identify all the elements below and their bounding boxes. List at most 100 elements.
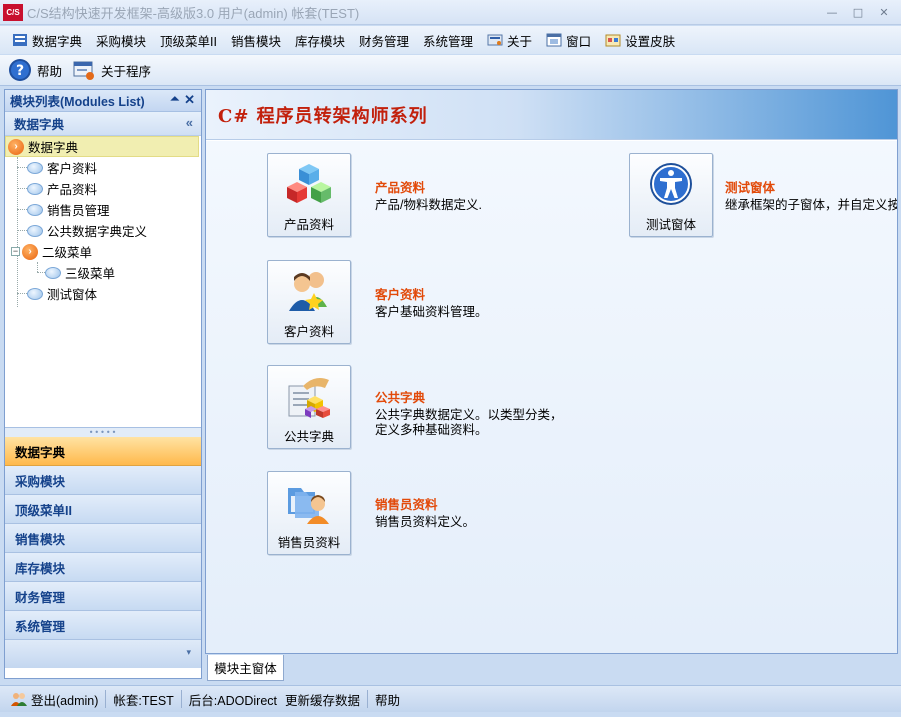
module-title[interactable]: 公共字典 (375, 387, 425, 406)
module-title[interactable]: 测试窗体 (725, 177, 775, 196)
title-bar: C/S C/S结构快速开发框架-高级版3.0 用户(admin) 帐套(TEST… (0, 0, 901, 25)
salesman-module-button[interactable]: 销售员资料 (267, 471, 351, 555)
pin-icon[interactable]: ⏶ (170, 93, 179, 106)
tree-item-product[interactable]: 产品资料 (27, 178, 97, 199)
minimize-button[interactable]: — (821, 3, 843, 21)
node-blue-icon (27, 161, 43, 174)
nav-finance[interactable]: 财务管理 (5, 582, 201, 611)
logout-label: 登出(admin) (31, 693, 99, 708)
menu-top-menu-ii[interactable]: 顶级菜单II (154, 29, 223, 51)
tree-item-label: 客户资料 (47, 162, 98, 176)
product-cubes-icon (287, 164, 331, 203)
test-form-module-button[interactable]: 测试窗体 (629, 153, 713, 237)
module-button-label: 测试窗体 (645, 218, 696, 232)
accessibility-icon (650, 163, 692, 205)
help-button[interactable]: ? 帮助 (8, 58, 62, 82)
module-title[interactable]: 产品资料 (375, 177, 425, 196)
menu-purchase[interactable]: 采购模块 (90, 29, 152, 51)
node-orange-icon: › (22, 243, 38, 260)
module-button-label: 公共字典 (283, 430, 334, 444)
tab-main-form[interactable]: 模块主窗体 (207, 655, 284, 681)
menu-window[interactable]: 窗口 (540, 29, 597, 51)
toolbar: ? 帮助 关于程序 (0, 55, 901, 86)
menu-skin[interactable]: 设置皮肤 (599, 29, 681, 51)
group-title: 数据字典 (14, 118, 65, 132)
public-dict-module-button[interactable]: 公共字典 (267, 365, 351, 449)
product-module-button[interactable]: 产品资料 (267, 153, 351, 237)
module-tree: › 数据字典 客户资料 产品资料 销售员管理 公共数据字典定义 − › 二级菜单… (5, 136, 201, 428)
tree-item-label: 数据字典 (28, 141, 79, 155)
app-logo: C/S (3, 3, 23, 21)
window-title: C/S结构快速开发框架-高级版3.0 用户(admin) 帐套(TEST) (27, 5, 360, 21)
tree-item-label: 公共数据字典定义 (47, 225, 148, 239)
close-panel-icon[interactable]: ✕ (184, 92, 195, 108)
menu-system[interactable]: 系统管理 (417, 29, 479, 51)
tree-item-third-menu[interactable]: 三级菜单 (45, 262, 115, 283)
tree-item-test-form[interactable]: 测试窗体 (27, 283, 97, 304)
chevron-down-icon[interactable]: ▾ (186, 648, 191, 658)
menu-label: 销售模块 (230, 34, 281, 49)
about-program-icon (73, 61, 95, 80)
account-status: 帐套:TEST (113, 693, 174, 708)
tree-item-customer[interactable]: 客户资料 (27, 157, 97, 178)
menu-label: 窗口 (566, 34, 592, 49)
maximize-button[interactable]: □ (847, 3, 869, 21)
collapse-icon[interactable]: « (186, 115, 193, 130)
doc-tab-strip: 模块主窗体 (205, 655, 898, 681)
about-program-button[interactable]: 关于程序 (72, 58, 151, 82)
main-form: C# 程序员转架构师系列 产品资料 产品资料 产品/物料数据定义. 客户资料 客… (205, 89, 898, 654)
menu-label: 关于 (507, 34, 533, 49)
status-separator (367, 690, 369, 708)
tree-item-salesman[interactable]: 销售员管理 (27, 199, 110, 220)
menu-sales[interactable]: 销售模块 (225, 29, 287, 51)
module-button-label: 产品资料 (283, 218, 334, 232)
module-title[interactable]: 销售员资料 (375, 494, 438, 513)
menu-about[interactable]: 关于 (481, 29, 538, 51)
node-blue-icon (27, 224, 43, 237)
logout-button[interactable]: 登出(admin) (6, 690, 102, 709)
module-desc: 定义多种基础资料。 (375, 423, 488, 437)
nav-purchase[interactable]: 采购模块 (5, 466, 201, 495)
module-title[interactable]: 客户资料 (375, 284, 425, 303)
node-orange-icon: › (8, 138, 24, 155)
customers-icon (289, 272, 327, 311)
about-icon (487, 32, 503, 48)
menu-label: 财务管理 (359, 34, 410, 49)
tree-item-data-dict[interactable]: › 数据字典 (5, 136, 199, 157)
banner-title: C# 程序员转架构师系列 (218, 105, 428, 127)
customer-module-button[interactable]: 客户资料 (267, 260, 351, 344)
tree-item-label: 产品资料 (47, 183, 98, 197)
panel-splitter[interactable]: ••••• (5, 428, 201, 437)
salesman-icon (288, 488, 329, 524)
node-blue-icon (27, 287, 43, 300)
nav-data-dict[interactable]: 数据字典 (5, 437, 201, 466)
tree-item-public-dict[interactable]: 公共数据字典定义 (27, 220, 147, 241)
menu-label: 顶级菜单II (160, 34, 217, 49)
menu-label: 系统管理 (423, 34, 474, 49)
menu-label: 设置皮肤 (625, 34, 676, 49)
status-help-button[interactable]: 帮助 (371, 690, 404, 709)
module-desc: 公共字典数据定义。以类型分类， (375, 408, 563, 422)
menu-inventory[interactable]: 库存模块 (289, 29, 351, 51)
data-dict-icon (12, 32, 28, 48)
collapse-toggle-icon[interactable]: − (11, 247, 20, 256)
tree-item-label: 三级菜单 (65, 267, 116, 281)
nav-inventory[interactable]: 库存模块 (5, 553, 201, 582)
tree-item-second-menu[interactable]: − › 二级菜单 (11, 241, 92, 262)
refresh-cache-button[interactable]: 更新缓存数据 (281, 690, 364, 709)
nav-top-menu-ii[interactable]: 顶级菜单II (5, 495, 201, 524)
module-desc: 客户基础资料管理。 (375, 305, 488, 319)
module-button-label: 销售员资料 (277, 536, 341, 550)
module-list-panel: 模块列表(Modules List) ⏶ ✕ 数据字典 « › 数据字典 客户资… (4, 89, 202, 679)
status-separator (180, 690, 182, 708)
module-button-label: 客户资料 (283, 325, 334, 339)
module-desc: 产品/物料数据定义. (375, 198, 482, 212)
close-button[interactable]: ✕ (873, 3, 895, 21)
window-icon (546, 32, 562, 48)
nav-system[interactable]: 系统管理 (5, 611, 201, 640)
tree-item-label: 销售员管理 (47, 204, 110, 218)
menu-finance[interactable]: 财务管理 (353, 29, 415, 51)
nav-sales[interactable]: 销售模块 (5, 524, 201, 553)
backend-status: 后台:ADODirect (188, 693, 277, 708)
menu-data-dict[interactable]: 数据字典 (6, 29, 88, 51)
